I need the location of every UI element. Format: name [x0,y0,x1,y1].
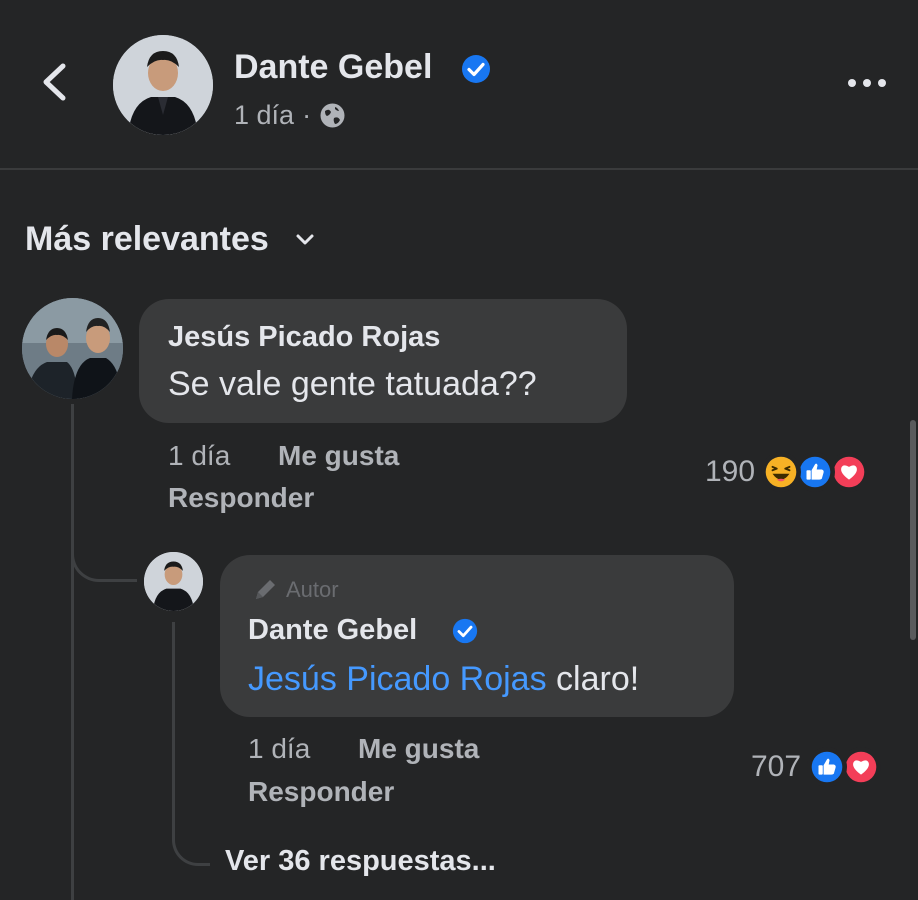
verified-badge-icon [461,54,491,84]
thread-line [71,404,74,900]
view-more-replies-link[interactable]: Ver 36 respuestas... [225,845,496,878]
comment-time: 1 día [168,440,231,471]
reply-thread-connector [172,790,210,866]
haha-reaction-icon [761,452,802,492]
two-people-photo [22,298,123,399]
love-reaction-icon [841,747,882,787]
author-badge: Autor [250,575,339,605]
comment-bubble [139,299,627,423]
sort-label: Más relevantes [25,220,269,258]
reply-like-button[interactable]: Me gusta [358,733,479,765]
verified-badge-icon [452,618,478,644]
person-photo [113,35,213,135]
comment-sort-dropdown[interactable]: Más relevantes [25,220,315,259]
love-reaction-icon [829,452,870,492]
post-time: 1 día [234,100,295,130]
back-button[interactable] [36,60,76,104]
chevron-down-icon [296,234,314,244]
post-meta: 1 día · [234,100,346,131]
reply-text: Jesús Picado Rojas claro! [248,660,639,699]
more-horizontal-icon [848,79,886,87]
like-reaction-icon [795,452,836,492]
comment-reactions[interactable]: 190 [705,452,870,492]
scrollbar[interactable] [910,420,916,640]
reply-reactions[interactable]: 707 [751,747,882,787]
reply-text-body: claro! [546,660,640,698]
reaction-count: 707 [751,750,802,783]
comment-author[interactable]: Jesús Picado Rojas [168,321,440,354]
author-badge-label: Autor [286,577,339,602]
meta-separator: · [302,100,312,130]
reaction-count: 190 [705,455,756,488]
globe-icon [320,103,345,128]
more-options-button[interactable] [845,68,890,98]
person-photo [144,552,203,611]
comment-text: Se vale gente tatuada?? [168,365,537,403]
reply-author[interactable]: Dante Gebel [248,614,417,647]
mention-link[interactable]: Jesús Picado Rojas [248,660,547,698]
comment-reply-button[interactable]: Responder [168,482,314,514]
comment-like-button[interactable]: Me gusta [278,440,399,472]
reply-time: 1 día [248,733,311,764]
commenter-avatar[interactable] [22,298,123,399]
reply-author-avatar[interactable] [144,552,203,611]
like-reaction-icon [807,747,848,787]
reply-thread-line [172,622,175,802]
post-author-name[interactable]: Dante Gebel [234,48,432,87]
reply-reply-button[interactable]: Responder [248,776,394,808]
pencil-icon [256,580,275,599]
post-author-avatar[interactable] [113,35,213,135]
header-divider [0,168,918,170]
chevron-left-icon [43,63,66,101]
thread-connector [71,500,137,582]
